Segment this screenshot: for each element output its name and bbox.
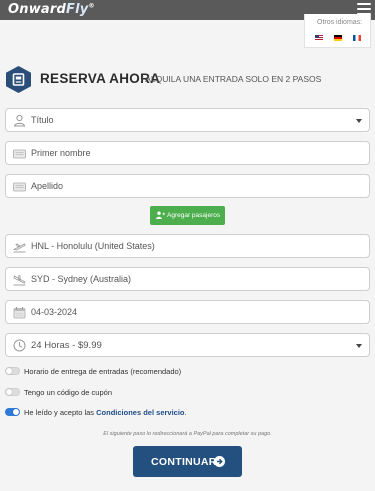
first-name-placeholder: Primer nombre [31, 148, 91, 158]
language-panel: Otros idiomas: [304, 14, 371, 48]
clock-icon [13, 339, 26, 352]
add-passengers-button[interactable]: Agregar pasajeros [150, 206, 225, 225]
date-value: 04-03-2024 [31, 307, 78, 317]
france-flag-icon[interactable] [353, 35, 361, 41]
terms-label-prefix: He leído y acepto las [24, 408, 97, 417]
ticket-icon [6, 66, 31, 93]
terms-of-service-link[interactable]: Condiciones del servicio [96, 408, 184, 417]
circle-arrow-right-icon [214, 456, 225, 467]
terms-label: He leído y acepto las Condiciones del se… [24, 408, 187, 417]
last-name-placeholder: Apellido [31, 181, 64, 191]
us-flag-icon[interactable] [315, 35, 323, 41]
terms-label-suffix: . [184, 408, 187, 417]
logo-trademark: ® [88, 2, 95, 10]
duration-select[interactable]: 24 Horas - $9.99 [5, 333, 370, 357]
title-select-value: Título [31, 115, 54, 125]
calendar-icon [13, 307, 26, 319]
user-icon [13, 114, 26, 127]
add-passengers-label: Agregar pasajeros [167, 212, 221, 219]
id-card-icon [13, 182, 26, 192]
origin-airport-value: HNL - Honolulu (United States) [31, 241, 155, 251]
continue-button[interactable]: CONTINUAR [133, 446, 242, 477]
terms-toggle[interactable] [5, 408, 20, 416]
delivery-time-toggle[interactable] [5, 367, 20, 375]
paypal-redirect-note: El siguiente paso lo redireccionará a Pa… [103, 431, 272, 437]
first-name-field[interactable]: Primer nombre [5, 141, 370, 165]
date-field[interactable]: 04-03-2024 [5, 300, 370, 324]
origin-airport-field[interactable]: HNL - Honolulu (United States) [5, 234, 370, 258]
chevron-down-icon [356, 344, 362, 348]
coupon-toggle[interactable] [5, 388, 20, 396]
brand-logo[interactable]: OnwardFly® [8, 2, 95, 17]
toggle-knob [6, 389, 12, 395]
last-name-field[interactable]: Apellido [5, 174, 370, 198]
logo-suffix: Fly [66, 2, 89, 17]
destination-airport-value: SYD - Sydney (Australia) [31, 274, 132, 284]
delivery-time-label: Horario de entrega de entradas (recomend… [24, 367, 182, 376]
id-card-icon [13, 149, 26, 159]
duration-select-value: 24 Horas - $9.99 [31, 340, 102, 351]
continue-button-label: CONTINUAR [151, 456, 217, 468]
plane-arrival-icon [13, 274, 26, 286]
plane-departure-icon [13, 243, 26, 253]
title-select[interactable]: Título [5, 108, 370, 132]
chevron-down-icon [356, 119, 362, 123]
page-subtitle: / ALQUILA UNA ENTRADA SOLO EN 2 PASOS [141, 74, 322, 84]
germany-flag-icon[interactable] [334, 35, 342, 41]
language-label: Otros idiomas: [317, 19, 363, 26]
destination-airport-field[interactable]: SYD - Sydney (Australia) [5, 267, 370, 291]
add-user-icon [156, 211, 165, 219]
coupon-label: Tengo un código de cupón [24, 388, 112, 397]
logo-prefix: Onward [8, 2, 67, 17]
toggle-knob [6, 368, 12, 374]
toggle-knob [13, 409, 19, 415]
